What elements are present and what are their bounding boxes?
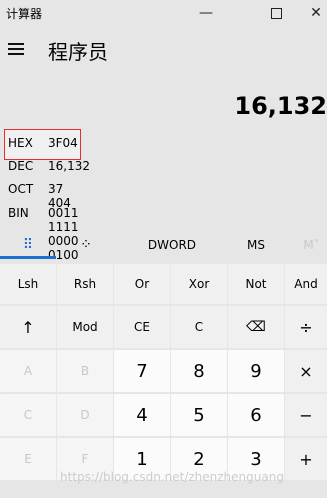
- menu-button[interactable]: [8, 43, 24, 57]
- key-divide[interactable]: ÷: [285, 306, 327, 348]
- maximize-icon: [270, 7, 282, 19]
- key-xor[interactable]: Xor: [171, 264, 227, 304]
- arrow-up-icon: ↑: [21, 317, 35, 337]
- tab-bit-toggle[interactable]: ⁘: [66, 232, 106, 258]
- key-multiply[interactable]: ×: [285, 350, 327, 392]
- memory-store-button[interactable]: MS: [236, 232, 276, 258]
- display-value: 16,132: [234, 92, 327, 120]
- word-size-button[interactable]: DWORD: [140, 232, 204, 258]
- base-key: DEC: [8, 159, 34, 173]
- base-key: HEX: [8, 136, 33, 150]
- key-5[interactable]: 5: [171, 394, 227, 436]
- close-icon: ✕: [310, 5, 322, 21]
- app-title: 计算器: [6, 7, 43, 21]
- base-value: 3F04: [48, 136, 78, 150]
- key-8[interactable]: 8: [171, 350, 227, 392]
- tab-full-keypad[interactable]: ⠿: [8, 232, 48, 258]
- active-tab-indicator: [0, 256, 56, 259]
- key-shift-up[interactable]: ↑: [0, 306, 56, 348]
- keypad-grid-icon: ⠿: [22, 237, 34, 253]
- bit-toggle-icon: ⁘: [80, 237, 92, 253]
- maximize-button[interactable]: [256, 0, 296, 26]
- key-hex-c[interactable]: C: [0, 394, 56, 436]
- key-and[interactable]: And: [285, 264, 327, 304]
- key-hex-e[interactable]: E: [0, 438, 56, 480]
- key-4[interactable]: 4: [114, 394, 170, 436]
- mode-title: 程序员: [48, 40, 108, 64]
- close-button[interactable]: ✕: [296, 0, 327, 26]
- keypad-tabs: ⠿ ⁘ DWORD MS M˅: [0, 232, 327, 258]
- base-value: 16,132: [48, 159, 90, 173]
- key-7[interactable]: 7: [114, 350, 170, 392]
- key-hex-d[interactable]: D: [57, 394, 113, 436]
- watermark-text: https://blog.csdn.net/zhenzhenguang: [60, 470, 284, 484]
- key-or[interactable]: Or: [114, 264, 170, 304]
- minimize-icon: —: [199, 5, 213, 21]
- key-c[interactable]: C: [171, 306, 227, 348]
- backspace-icon: ⌫: [246, 319, 266, 335]
- hamburger-icon: [8, 43, 24, 45]
- key-6[interactable]: 6: [228, 394, 284, 436]
- base-key: OCT: [8, 182, 34, 196]
- key-backspace[interactable]: ⌫: [228, 306, 284, 348]
- key-mod[interactable]: Mod: [57, 306, 113, 348]
- key-9[interactable]: 9: [228, 350, 284, 392]
- minimize-button[interactable]: —: [186, 0, 226, 26]
- key-lsh[interactable]: Lsh: [0, 264, 56, 304]
- key-subtract[interactable]: −: [285, 394, 327, 436]
- key-ce[interactable]: CE: [114, 306, 170, 348]
- base-key: BIN: [8, 206, 29, 220]
- key-hex-b[interactable]: B: [57, 350, 113, 392]
- key-rsh[interactable]: Rsh: [57, 264, 113, 304]
- memory-menu-button[interactable]: M˅: [296, 232, 327, 258]
- title-bar: 计算器 — ✕: [0, 0, 327, 26]
- key-not[interactable]: Not: [228, 264, 284, 304]
- key-add[interactable]: +: [285, 438, 327, 480]
- key-hex-a[interactable]: A: [0, 350, 56, 392]
